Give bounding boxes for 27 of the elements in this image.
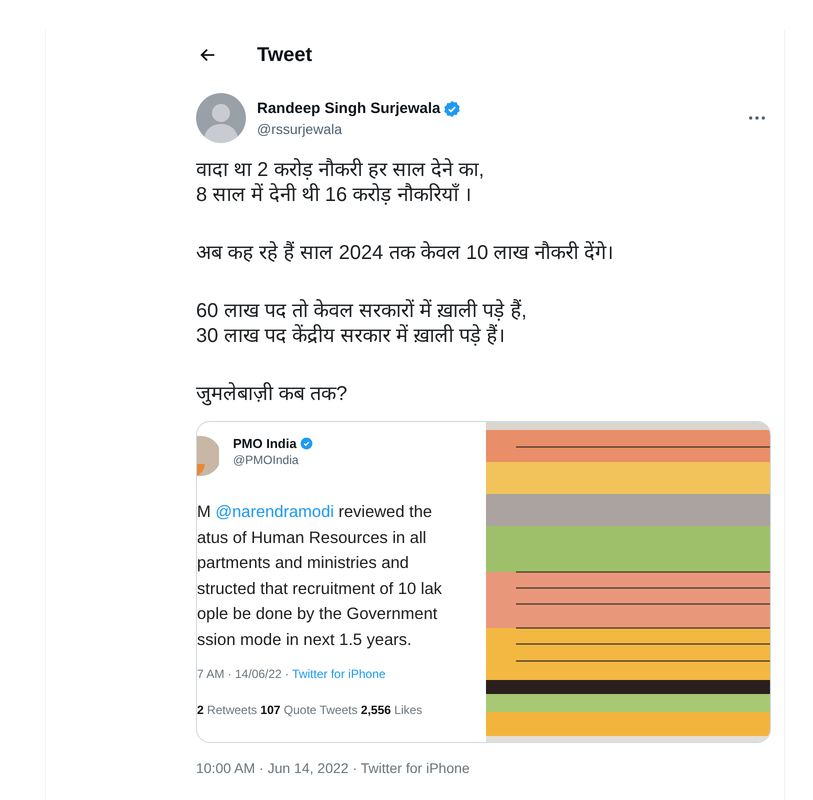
tweet-text-line: 8 साल में देनी थी 16 करोड़ नौकरियाँ । — [196, 183, 473, 208]
avatar[interactable] — [196, 93, 246, 143]
embedded-timestamp: 7 AM · 14/06/22 · — [197, 667, 290, 681]
mention-link[interactable]: @narendramodi — [215, 503, 334, 521]
back-arrow-icon[interactable] — [199, 46, 217, 64]
embedded-tweet-line: M @narendramodi reviewed the — [197, 502, 434, 523]
embedded-tweet-line: partments and ministries and — [197, 553, 410, 574]
tweet-timestamp: 10:00 AM · Jun 14, 2022 · Twitter for iPhone — [196, 760, 471, 776]
embedded-tweet-line: ople be done by the Government — [197, 604, 438, 625]
embedded-tweet-line: structed that recruitment of 10 lak — [197, 578, 443, 600]
embedded-tweet-line: atus of Human Resources in all — [197, 528, 428, 548]
embedded-author-handle: @PMOIndia — [233, 453, 299, 467]
embedded-author-name: PMO India — [233, 436, 297, 451]
tweet-text-line: 60 लाख पद तो केवल सरकारों में ख़ाली पड़े हैं, — [196, 299, 528, 324]
source-link[interactable]: Twitter for iPhone — [292, 667, 386, 681]
more-options-icon[interactable] — [748, 115, 766, 121]
tweet-text-line: जुमलेबाज़ी कब तक? — [196, 382, 348, 407]
page-title: Tweet — [257, 44, 312, 66]
author-handle: @rssurjewala — [257, 120, 344, 136]
tweet-text-line: अब कह रहे हैं साल 2024 तक केवल 10 लाख नौकरी देंगे। — [196, 241, 615, 266]
author-name[interactable]: Randeep Singh Surjewala — [257, 100, 440, 117]
avatar — [197, 436, 219, 476]
tweet-text-line: 30 लाख पद केंद्रीय सरकार में ख़ाली पड़े हैं। — [196, 324, 507, 349]
embedded-tweet-line: ssion mode in next 1.5 years. — [197, 630, 413, 650]
tweet-text-line: वादा था 2 करोड़ नौकरी हर साल देने का, — [196, 158, 486, 183]
engagement-stats: 2 Retweets 107 Quote Tweets 2,556 Likes — [197, 703, 422, 717]
tweet-media[interactable] — [196, 421, 771, 743]
